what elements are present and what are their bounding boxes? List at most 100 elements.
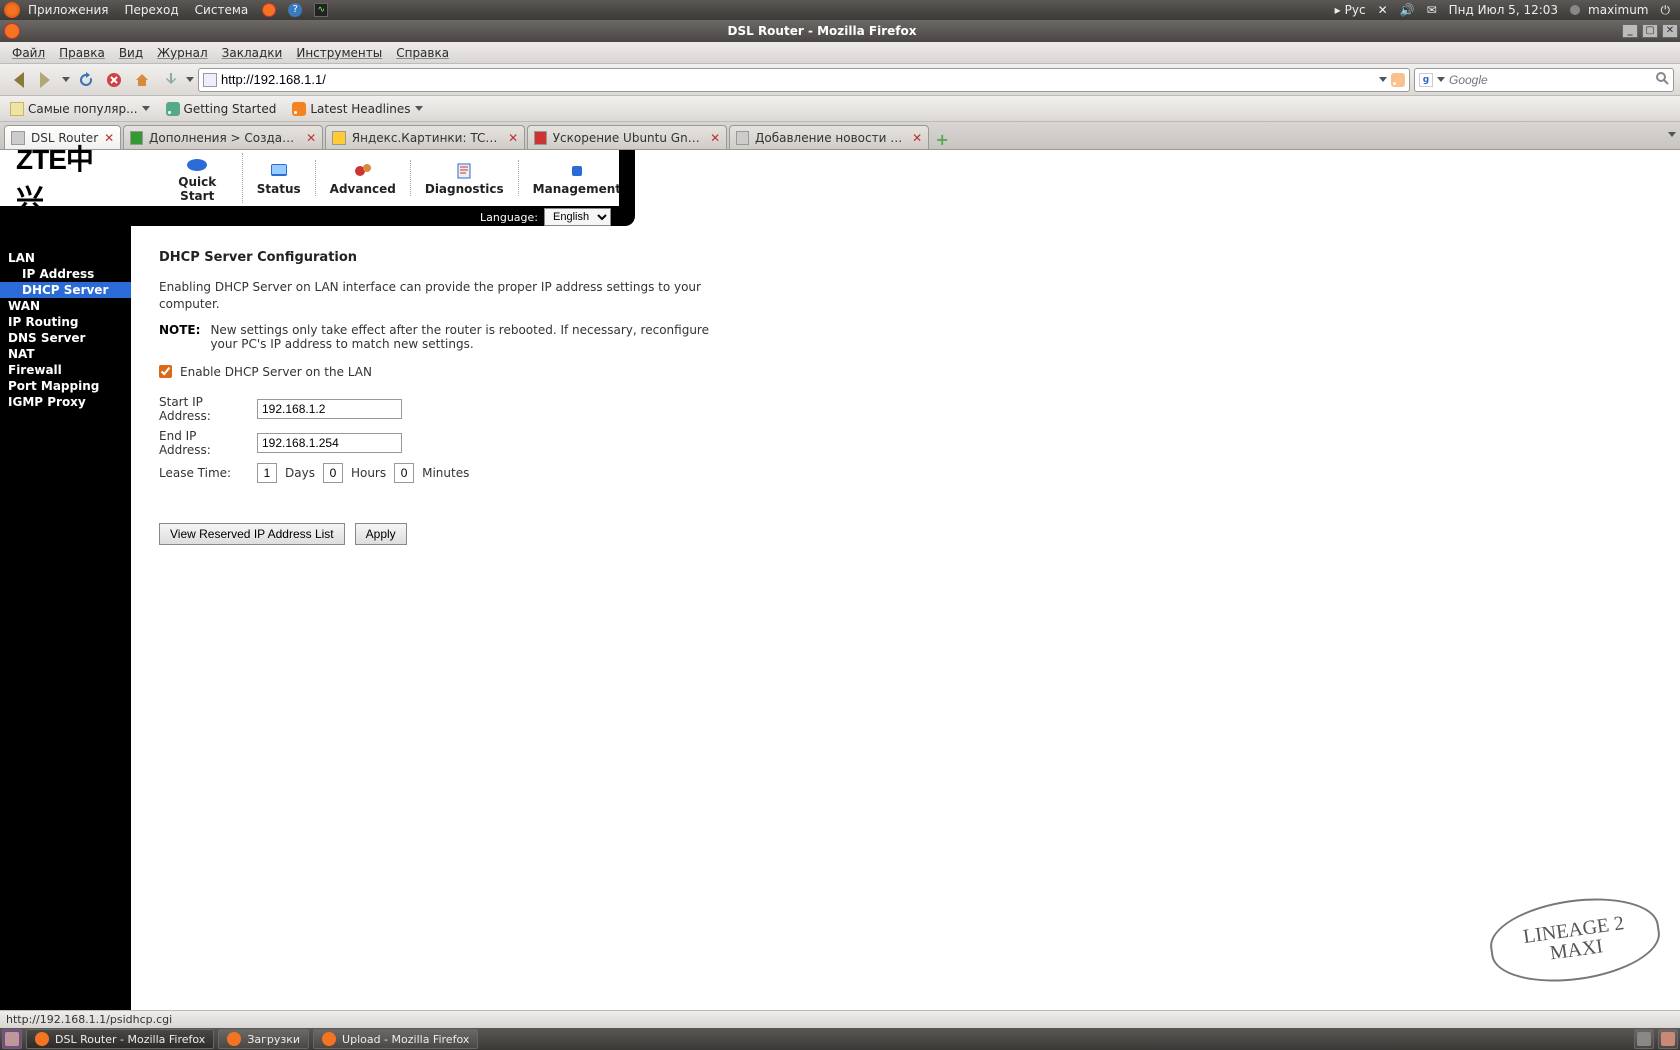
rss-icon — [166, 102, 180, 116]
lease-hours-input[interactable] — [323, 463, 343, 483]
workspace-switcher[interactable] — [1634, 1029, 1654, 1049]
sidebar-item-igmp-proxy[interactable]: IGMP Proxy — [0, 394, 131, 410]
home-button[interactable] — [130, 68, 154, 92]
favicon-icon — [534, 131, 547, 145]
tab-news-add[interactable]: Добавление новости » Li...✕ — [729, 125, 929, 149]
tab-yandex[interactable]: Яндекс.Картинки: TCP/IP✕ — [325, 125, 525, 149]
bookmark-popular[interactable]: Самые популяр... — [6, 100, 154, 118]
sidebar-item-nat[interactable]: NAT — [0, 346, 131, 362]
menu-edit[interactable]: Правка — [53, 44, 111, 62]
menu-file[interactable]: Файл — [6, 44, 51, 62]
tab-close-icon[interactable]: ✕ — [306, 131, 316, 145]
sidebar-item-wan[interactable]: WAN — [0, 298, 131, 314]
sys-menu-system[interactable]: Система — [187, 3, 257, 17]
rnav-advanced[interactable]: Advanced — [316, 160, 411, 196]
nav-history-dropdown[interactable] — [62, 77, 70, 86]
maximize-button[interactable]: ▢ — [1642, 24, 1658, 38]
help-icon[interactable]: ? — [282, 3, 308, 17]
menu-help[interactable]: Справка — [390, 44, 455, 62]
menu-bookmarks[interactable]: Закладки — [216, 44, 289, 62]
firefox-menubar: Файл Правка Вид Журнал Закладки Инструме… — [0, 42, 1680, 64]
sys-menu-apps[interactable]: Приложения — [20, 3, 117, 17]
favicon-icon — [736, 131, 749, 145]
tab-ubuntu-speed[interactable]: Ускорение Ubuntu Gnome...✕ — [527, 125, 727, 149]
search-engine-dropdown[interactable] — [1437, 77, 1445, 86]
url-dropdown[interactable] — [1379, 77, 1387, 86]
tab-strip: DSL Router✕ Дополнения > Создание...✕ Ян… — [0, 122, 1680, 150]
task-firefox-dsl[interactable]: DSL Router - Mozilla Firefox — [26, 1029, 214, 1049]
forward-button[interactable] — [34, 68, 58, 92]
power-icon[interactable]: ⏻ — [1655, 3, 1677, 18]
apply-button[interactable]: Apply — [355, 523, 407, 545]
downloads-button[interactable] — [158, 68, 182, 92]
search-engine-icon[interactable]: g — [1419, 73, 1433, 87]
bookmark-headlines[interactable]: Latest Headlines — [288, 100, 426, 118]
arrow-left-icon — [6, 72, 24, 88]
workspace-icon — [1637, 1032, 1651, 1046]
stop-button[interactable] — [102, 68, 126, 92]
menu-history[interactable]: Журнал — [151, 44, 214, 62]
status-text: http://192.168.1.1/psidhcp.cgi — [6, 1013, 172, 1026]
sidebar-item-lan[interactable]: LAN — [0, 250, 131, 266]
minimize-button[interactable]: _ — [1622, 24, 1638, 38]
rnav-management[interactable]: Management — [519, 160, 635, 196]
end-ip-input[interactable] — [257, 433, 402, 453]
days-text: Days — [285, 466, 315, 480]
task-firefox-upload[interactable]: Upload - Mozilla Firefox — [313, 1029, 478, 1049]
url-input[interactable] — [221, 72, 1375, 87]
sys-menu-places[interactable]: Переход — [117, 3, 187, 17]
tab-close-icon[interactable]: ✕ — [710, 131, 720, 145]
search-input[interactable] — [1449, 73, 1651, 87]
search-go-icon[interactable] — [1655, 71, 1669, 88]
volume-icon[interactable]: 🔊 — [1394, 3, 1421, 17]
rnav-status[interactable]: Status — [243, 160, 316, 196]
new-tab-button[interactable]: + — [931, 129, 953, 149]
menu-tools[interactable]: Инструменты — [290, 44, 388, 62]
enable-dhcp-checkbox[interactable] — [159, 365, 172, 378]
feed-icon[interactable] — [1391, 73, 1405, 87]
download-icon — [161, 71, 179, 89]
search-bar[interactable]: g — [1414, 68, 1674, 92]
sidebar-item-port-mapping[interactable]: Port Mapping — [0, 378, 131, 394]
network-icon[interactable]: ✕ — [1372, 3, 1394, 17]
sidebar-item-firewall[interactable]: Firewall — [0, 362, 131, 378]
sidebar-item-dns-server[interactable]: DNS Server — [0, 330, 131, 346]
tab-close-icon[interactable]: ✕ — [508, 131, 518, 145]
clock[interactable]: Пнд Июл 5, 12:03 — [1443, 3, 1564, 17]
start-ip-label: Start IP Address: — [159, 395, 249, 423]
user-menu[interactable]: maximum — [1564, 3, 1654, 17]
url-bar[interactable] — [198, 68, 1410, 92]
rnav-diagnostics[interactable]: Diagnostics — [411, 160, 519, 196]
reload-button[interactable] — [74, 68, 98, 92]
sidebar-item-dhcp-server[interactable]: DHCP Server — [0, 282, 131, 298]
firefox-launcher-icon[interactable] — [256, 3, 282, 17]
view-reserved-button[interactable]: View Reserved IP Address List — [159, 523, 345, 545]
sidebar-item-ip-address[interactable]: IP Address — [0, 266, 131, 282]
tab-addons[interactable]: Дополнения > Создание...✕ — [123, 125, 323, 149]
show-desktop-button[interactable] — [2, 1029, 22, 1049]
sysmon-icon[interactable]: ∿ — [308, 3, 334, 17]
page-heading: DHCP Server Configuration — [159, 250, 731, 265]
clipboard-icon — [453, 162, 475, 180]
arrow-right-icon — [40, 72, 58, 88]
trash-icon — [1661, 1032, 1675, 1046]
lease-days-input[interactable] — [257, 463, 277, 483]
language-select[interactable]: English — [544, 208, 611, 226]
keyboard-layout-indicator[interactable]: ▸ Рус — [1329, 3, 1372, 17]
back-button[interactable] — [6, 68, 30, 92]
close-button[interactable]: ✕ — [1662, 24, 1678, 38]
site-identity-icon[interactable] — [203, 73, 217, 87]
lease-minutes-input[interactable] — [394, 463, 414, 483]
mail-icon[interactable]: ✉ — [1421, 3, 1443, 17]
start-ip-input[interactable] — [257, 399, 402, 419]
menu-view[interactable]: Вид — [113, 44, 149, 62]
trash-button[interactable] — [1658, 1029, 1678, 1049]
tab-close-icon[interactable]: ✕ — [912, 131, 922, 145]
sidebar-item-ip-routing[interactable]: IP Routing — [0, 314, 131, 330]
tabs-overflow-dropdown[interactable] — [1668, 132, 1676, 141]
task-downloads[interactable]: Загрузки — [218, 1029, 309, 1049]
bookmark-getting-started[interactable]: Getting Started — [162, 100, 281, 118]
rnav-quickstart[interactable]: Quick Start — [153, 153, 243, 203]
home-icon — [133, 71, 151, 89]
downloads-dropdown[interactable] — [186, 77, 194, 86]
